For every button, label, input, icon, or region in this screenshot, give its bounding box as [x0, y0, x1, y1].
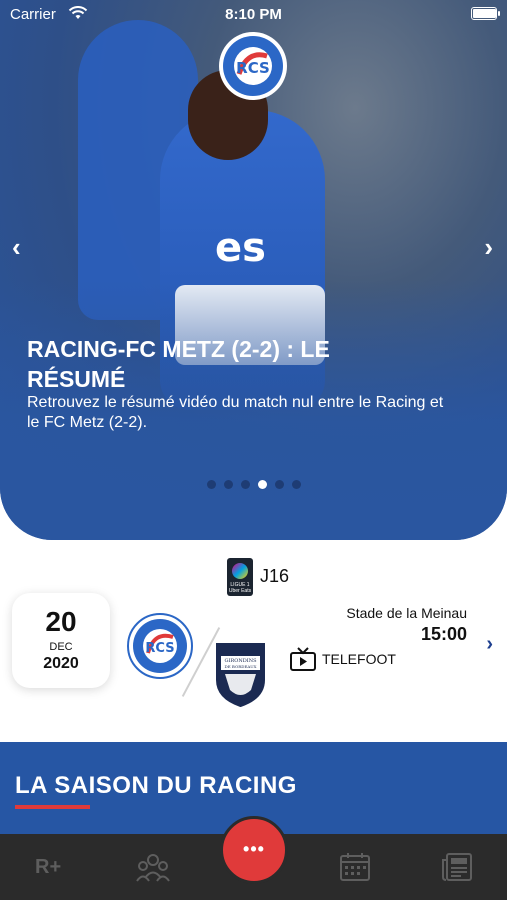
- section-underline: [15, 805, 90, 809]
- carousel-prev-button[interactable]: ‹: [12, 232, 21, 263]
- calendar-icon[interactable]: [339, 852, 371, 882]
- news-icon[interactable]: [441, 852, 473, 882]
- carousel-dot[interactable]: [274, 480, 284, 489]
- svg-text:RCS: RCS: [236, 59, 270, 77]
- hero-carousel[interactable]: es Carrier 8:10 PM RCS ‹ › RACING-FC MET…: [0, 0, 507, 540]
- match-day: 20: [45, 606, 77, 637]
- article-title[interactable]: RACING-FC METZ (2-2) : LE RÉSUMÉ: [27, 334, 407, 394]
- article-summary: Retrouvez le résumé vidéo du match nul e…: [27, 394, 444, 431]
- battery-level: [473, 9, 496, 18]
- battery-icon: [471, 7, 500, 20]
- matchday-label: J16: [260, 566, 290, 586]
- more-button[interactable]: •••: [220, 816, 288, 884]
- carousel-pagination[interactable]: [0, 476, 507, 494]
- rcs-logo-icon[interactable]: RCS: [217, 30, 289, 102]
- tv-icon: [290, 647, 316, 671]
- tab-rplus[interactable]: R+: [35, 856, 61, 879]
- svg-text:RCS: RCS: [145, 641, 174, 656]
- match-next-button[interactable]: ›: [486, 633, 493, 656]
- next-match-card[interactable]: LIGUE 1 Uber Eats J16 ‹ 20 DEC 2020 RCS …: [0, 548, 507, 738]
- clock: 8:10 PM: [225, 6, 282, 23]
- kickoff-time: 15:00: [420, 624, 467, 644]
- jersey-sponsor: es: [215, 225, 266, 271]
- match-date-card: 20 DEC 2020: [12, 593, 110, 688]
- match-year: 2020: [43, 655, 79, 672]
- section-title: LA SAISON DU RACING: [15, 772, 297, 799]
- carousel-dot[interactable]: [206, 480, 216, 489]
- away-team-logo-icon: GIRONDINS DE BORDEAUX: [216, 643, 265, 708]
- carousel-dot[interactable]: [257, 480, 267, 489]
- match-month: DEC: [49, 641, 73, 653]
- more-icon: •••: [243, 839, 265, 859]
- carousel-dot[interactable]: [240, 480, 250, 489]
- squad-icon[interactable]: [136, 852, 170, 884]
- ligue1-badge-icon: LIGUE 1 Uber Eats: [227, 558, 253, 596]
- ligue1-badge-text: LIGUE 1 Uber Eats: [228, 582, 252, 594]
- carousel-dot[interactable]: [223, 480, 233, 489]
- carousel-next-button[interactable]: ›: [484, 232, 493, 263]
- home-team-logo-icon: RCS: [127, 613, 193, 679]
- carousel-dot[interactable]: [291, 480, 301, 489]
- status-bar: Carrier 8:10 PM: [0, 0, 507, 30]
- broadcaster-label: TELEFOOT: [322, 651, 396, 667]
- svg-text:DE BORDEAUX: DE BORDEAUX: [225, 664, 257, 669]
- stadium-name: Stade de la Meinau: [346, 605, 467, 621]
